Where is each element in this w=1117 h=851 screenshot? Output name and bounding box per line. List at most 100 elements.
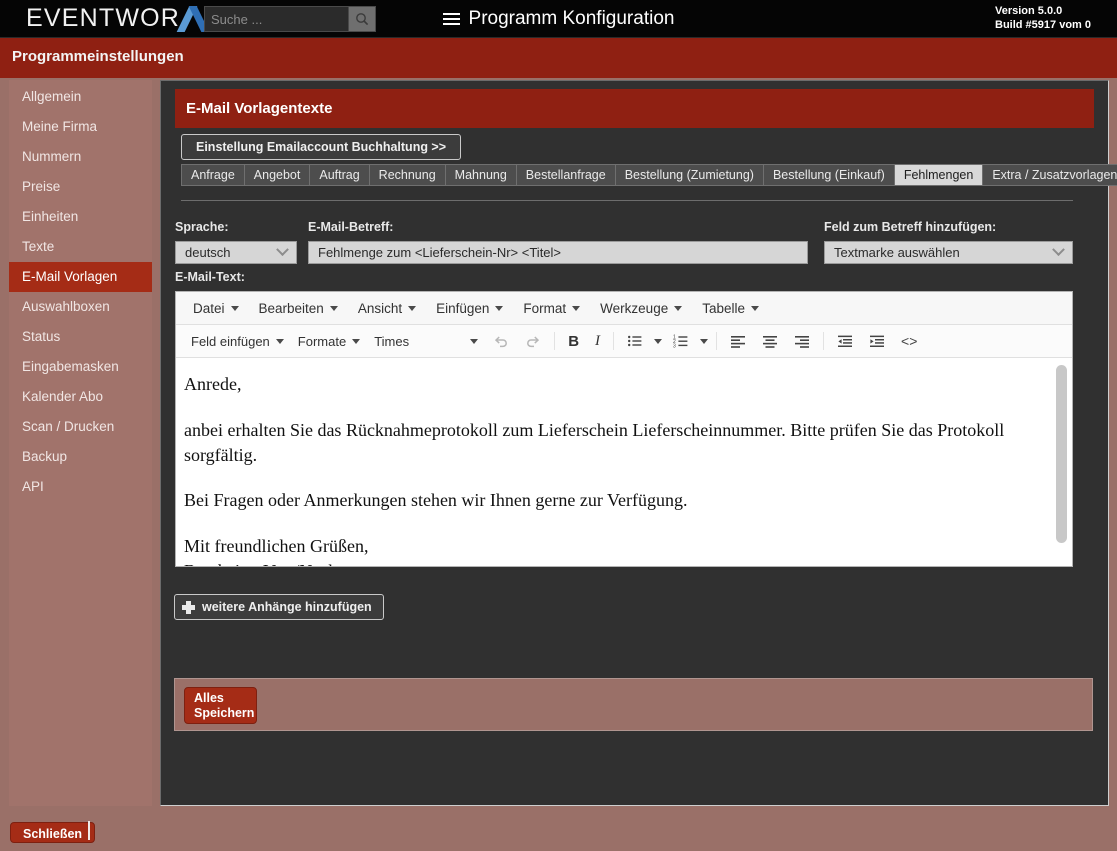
tab-5[interactable]: Bestellanfrage	[515, 164, 615, 186]
sidebar-item-5[interactable]: Texte	[9, 232, 152, 262]
editor-menu-tabelle[interactable]: Tabelle	[693, 297, 768, 320]
bold-button[interactable]: B	[560, 329, 587, 354]
tab-label: Mahnung	[454, 168, 507, 182]
search-icon	[356, 13, 369, 26]
editor-menu-label: Einfügen	[436, 300, 490, 316]
editor-menu-werkzeuge[interactable]: Werkzeuge	[591, 297, 691, 320]
tab-8[interactable]: Fehlmengen	[893, 164, 983, 186]
font-family-select[interactable]: Times	[367, 330, 485, 353]
chevron-down-icon	[674, 305, 683, 311]
sidebar-item-7[interactable]: Auswahlboxen	[9, 292, 152, 322]
source-code-button[interactable]: <>	[893, 329, 925, 353]
editor-menu-label: Werkzeuge	[600, 300, 669, 316]
bullet-list-options-button[interactable]	[651, 335, 665, 348]
add-attachments-button[interactable]: weitere Anhänge hinzufügen	[174, 594, 384, 620]
rich-text-editor: Datei Bearbeiten Ansicht Einfügen Format Werk…	[175, 291, 1073, 567]
email-account-settings-button[interactable]: Einstellung Emailaccount Buchhaltung >>	[181, 134, 462, 160]
editor-menu-datei[interactable]: Datei	[184, 297, 248, 320]
bookmark-select[interactable]: Textmarke auswählen	[824, 241, 1073, 264]
align-center-button[interactable]	[754, 329, 786, 353]
redo-button[interactable]	[517, 329, 549, 353]
editor-content[interactable]: Anrede, anbei erhalten Sie das Rücknahme…	[176, 358, 1072, 566]
editor-menu-bearbeiten[interactable]: Bearbeiten	[250, 297, 347, 320]
footer-divider	[88, 821, 90, 840]
sidebar-item-8[interactable]: Status	[9, 322, 152, 352]
sidebar: Allgemein Meine Firma Nummern Preise Einheit…	[9, 80, 152, 806]
outdent-icon	[838, 335, 853, 347]
editor-menu-format[interactable]: Format	[514, 297, 589, 320]
tab-2[interactable]: Auftrag	[309, 164, 369, 186]
subject-value: Fehlmenge zum <Lieferschein-Nr> <Titel>	[318, 245, 562, 260]
sidebar-item-label: Meine Firma	[22, 119, 98, 134]
tab-3[interactable]: Rechnung	[368, 164, 445, 186]
insert-field-button[interactable]: Feld einfügen	[184, 330, 291, 353]
app-title: Programm Konfiguration	[468, 8, 675, 29]
sidebar-item-label: Texte	[22, 239, 55, 254]
add-attachments-label: weitere Anhänge hinzufügen	[202, 600, 372, 614]
sidebar-item-6[interactable]: E-Mail Vorlagen	[9, 262, 152, 292]
tab-4[interactable]: Mahnung	[444, 164, 516, 186]
tab-1[interactable]: Angebot	[243, 164, 310, 186]
sidebar-item-0[interactable]: Allgemein	[9, 82, 152, 112]
editor-menu-ansicht[interactable]: Ansicht	[349, 297, 425, 320]
editor-menu-label: Bearbeiten	[258, 300, 324, 316]
close-button[interactable]: Schließen	[10, 822, 96, 843]
formats-label: Formate	[297, 333, 347, 349]
top-bar: EVENTWOR Programm Konfiguration Version …	[0, 0, 1117, 38]
align-left-button[interactable]	[722, 329, 754, 353]
indent-button[interactable]	[861, 329, 893, 353]
sidebar-item-10[interactable]: Kalender Abo	[9, 382, 152, 412]
editor-scrollbar-thumb[interactable]	[1056, 365, 1067, 543]
search-button[interactable]	[348, 7, 375, 31]
tab-label: Fehlmengen	[903, 168, 974, 182]
language-select[interactable]: deutsch	[175, 241, 297, 264]
search-input[interactable]	[205, 7, 348, 31]
tab-7[interactable]: Bestellung (Einkauf)	[762, 164, 894, 186]
numbered-list-options-button[interactable]	[697, 335, 711, 348]
insert-field-label: Feld einfügen	[191, 333, 270, 349]
sidebar-item-2[interactable]: Nummern	[9, 142, 152, 172]
editor-scrollbar[interactable]	[1056, 359, 1067, 565]
tab-9[interactable]: Extra / Zusatzvorlagen	[982, 164, 1117, 186]
template-tabs: Anfrage Angebot Auftrag Rechnung Mahnung Best…	[181, 164, 1117, 186]
chevron-down-icon	[352, 338, 361, 344]
sidebar-item-label: API	[22, 479, 44, 494]
formats-button[interactable]: Formate	[291, 330, 367, 353]
sidebar-item-11[interactable]: Scan / Drucken	[9, 412, 152, 442]
chevron-down-icon	[700, 338, 709, 344]
outdent-button[interactable]	[829, 329, 861, 353]
sidebar-item-3[interactable]: Preise	[9, 172, 152, 202]
align-right-button[interactable]	[786, 329, 818, 353]
toolbar-divider	[716, 332, 718, 350]
editor-menu-label: Ansicht	[357, 300, 403, 316]
sidebar-item-1[interactable]: Meine Firma	[9, 112, 152, 142]
numbered-list-button[interactable]: 1 2 3	[665, 329, 697, 353]
list-icon	[442, 12, 460, 26]
undo-button[interactable]	[485, 329, 517, 353]
bullet-list-button[interactable]	[619, 329, 651, 353]
tab-label: Anfrage	[191, 168, 235, 182]
subject-input[interactable]: Fehlmenge zum <Lieferschein-Nr> <Titel>	[308, 241, 808, 264]
plus-icon	[182, 600, 195, 614]
sidebar-item-9[interactable]: Eingabemasken	[9, 352, 152, 382]
tab-label: Extra / Zusatzvorlagen	[992, 168, 1117, 182]
chevron-down-icon	[276, 243, 289, 257]
sidebar-item-13[interactable]: API	[9, 472, 152, 502]
editor-menu-einfügen[interactable]: Einfügen	[427, 297, 512, 320]
search-box[interactable]	[204, 6, 376, 32]
save-all-button[interactable]: Alles Speichern	[184, 687, 257, 724]
chevron-down-icon	[495, 305, 504, 311]
sidebar-item-12[interactable]: Backup	[9, 442, 152, 472]
tab-6[interactable]: Bestellung (Zumietung)	[614, 164, 763, 186]
editor-paragraph: Bei Fragen oder Anmerkungen stehen wir I…	[184, 490, 688, 511]
sidebar-item-4[interactable]: Einheiten	[9, 202, 152, 232]
chevron-down-icon	[230, 305, 239, 311]
tab-label: Auftrag	[319, 168, 360, 182]
sidebar-item-label: Kalender Abo	[22, 389, 104, 404]
tab-0[interactable]: Anfrage	[181, 164, 244, 186]
language-label: Sprache:	[175, 220, 229, 234]
align-center-icon	[763, 336, 778, 348]
panel-header: E-Mail Vorlagentexte	[175, 89, 1094, 128]
sub-header: Programmeinstellungen	[0, 38, 1117, 78]
italic-button[interactable]: I	[587, 329, 608, 354]
